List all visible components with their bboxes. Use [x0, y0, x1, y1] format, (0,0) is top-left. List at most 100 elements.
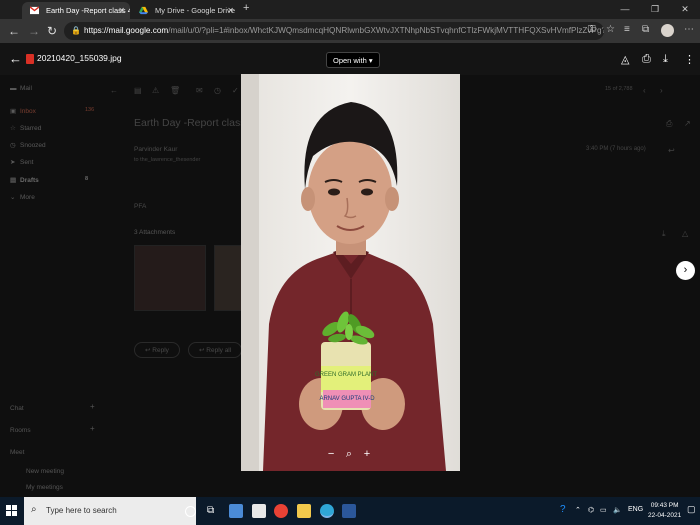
attachments-label: 3 Attachments [134, 229, 176, 236]
sidebar-item-starred[interactable]: ☆ Starred [10, 124, 41, 136]
notifications-icon[interactable]: ▢ [687, 504, 696, 515]
search-icon: ⌕ [31, 504, 37, 515]
taskbar-search[interactable]: ⌕ Type here to search [24, 497, 196, 525]
tab-drive[interactable]: My Drive - Google Drive ✕ [131, 2, 239, 19]
cortana-icon[interactable] [185, 506, 196, 517]
star-icon: ☆ [10, 125, 16, 132]
add-task-icon[interactable]: ✓ [232, 86, 239, 95]
add-room-icon[interactable]: + [90, 424, 95, 433]
windows-start-icon[interactable] [6, 505, 17, 516]
open-new-window-icon[interactable]: ↗ [684, 119, 691, 128]
new-tab-icon[interactable]: + [243, 2, 249, 14]
sidebar-item-drafts[interactable]: ▤ Drafts 8 [10, 176, 88, 188]
sidebar-item-mail[interactable]: ▬ Mail [10, 85, 32, 97]
new-meeting-link[interactable]: New meeting [26, 468, 64, 475]
section-chat[interactable]: Chat [10, 405, 24, 412]
print-all-icon[interactable]: ⎙ [666, 119, 672, 129]
taskbar-clock[interactable]: 09:43 PM 22-04-2021 [648, 501, 681, 521]
my-meetings-link[interactable]: My meetings [26, 484, 63, 491]
door-edge [241, 74, 259, 471]
forward-icon[interactable]: → [28, 24, 40, 38]
sidebar-item-inbox[interactable]: ▣ Inbox 136 [10, 107, 94, 119]
reload-icon[interactable]: ↻ [47, 24, 57, 38]
app-icon-1[interactable] [229, 504, 243, 518]
photo-drawing: GREEN GRAM PLANT ARNAV GUPTA IV-D [241, 74, 460, 471]
lock-icon: 🔒 [71, 26, 81, 35]
pot-label-text-1: GREEN GRAM PLANT [315, 372, 377, 378]
left-ear [301, 187, 315, 211]
sidebar-item-snoozed[interactable]: ◷ Snoozed [10, 141, 46, 153]
reply-button[interactable]: ↩ Reply [134, 342, 180, 358]
right-ear [385, 187, 399, 211]
task-view-icon[interactable]: ⧉ [207, 504, 221, 518]
volume-icon[interactable]: 🔈 [613, 506, 622, 514]
store-icon[interactable] [252, 504, 266, 518]
minimize-icon[interactable]: — [610, 0, 640, 19]
sidebar-item-sent[interactable]: ➤ Sent [10, 158, 33, 170]
clock-time: 09:43 PM [650, 502, 679, 509]
next-attachment-button[interactable]: › [676, 261, 695, 280]
archive-icon[interactable]: ▤ [134, 86, 142, 95]
add-to-drive-icon[interactable]: ◬ [621, 53, 629, 66]
attachment-thumbnail[interactable] [214, 245, 244, 311]
more-options-icon[interactable]: ⋮ [684, 53, 695, 66]
profile-avatar[interactable] [661, 24, 674, 37]
google-drive-icon [139, 6, 148, 15]
url-path: /mail/u/0/?pli=1#inbox/WhctKJWQmsdmcqHQN… [168, 26, 604, 35]
send-icon: ➤ [10, 159, 16, 166]
window-controls: — ❐ ✕ [610, 0, 700, 19]
zoom-out-icon[interactable]: − [328, 446, 334, 462]
sidebar-item-more[interactable]: ⌄ More [10, 193, 35, 205]
next-message-icon[interactable]: › [660, 86, 663, 95]
maximize-icon[interactable]: ❐ [640, 0, 670, 19]
viewer-toolbar: ← 20210420_155039.jpg Open with ▾ ◬ ⎙ ⤓ … [0, 43, 700, 75]
attachment-thumbnail[interactable] [134, 245, 206, 311]
tab-gmail[interactable]: Earth Day -Report class 4 and 5 ✕ [22, 2, 130, 19]
close-window-icon[interactable]: ✕ [670, 0, 700, 19]
network-icon[interactable]: ⌬ [588, 506, 594, 514]
prev-message-icon[interactable]: ‹ [643, 86, 646, 95]
recipient-line[interactable]: to the_lawrence_thesender [134, 157, 200, 163]
collections-icon[interactable]: ⧉ [642, 24, 649, 35]
key-icon[interactable]: ⚿ [588, 24, 596, 35]
back-icon[interactable]: ← [8, 24, 20, 38]
section-rooms[interactable]: Rooms [10, 427, 31, 434]
url-field[interactable]: 🔒 https://mail.google.com/mail/u/0/?pli=… [64, 22, 604, 40]
favorite-icon[interactable]: ☆ [606, 24, 615, 35]
tab-label: My Drive - Google Drive [155, 6, 236, 15]
download-icon[interactable]: ⤓ [663, 53, 668, 66]
reply-icon[interactable]: ↩ [668, 146, 675, 155]
help-icon[interactable]: ? [560, 504, 566, 515]
right-eye [361, 188, 373, 196]
report-spam-icon[interactable]: ⚠ [152, 86, 159, 95]
battery-icon[interactable]: ▭ [600, 506, 607, 514]
draft-icon: ▤ [10, 177, 17, 184]
more-menu-icon[interactable]: ⋯ [684, 24, 694, 35]
print-icon[interactable]: ⎙ [642, 53, 651, 66]
show-hidden-icons[interactable]: ⌃ [575, 506, 581, 514]
sender-name[interactable]: Parvinder Kaur [134, 146, 177, 153]
add-chat-icon[interactable]: + [90, 402, 95, 411]
section-meet[interactable]: Meet [10, 449, 24, 456]
zoom-in-icon[interactable]: + [364, 446, 370, 462]
close-icon[interactable]: ✕ [118, 2, 125, 19]
delete-icon[interactable]: 🗑 [170, 86, 180, 95]
file-explorer-icon[interactable] [297, 504, 311, 518]
snooze-icon[interactable]: ◷ [214, 86, 221, 95]
favorites-bar-icon[interactable]: ≡ [624, 24, 630, 35]
zoom-icon[interactable]: ⌕ [346, 446, 352, 462]
url-domain: https://mail.google.com [84, 26, 169, 35]
close-viewer-icon[interactable]: ← [9, 51, 22, 66]
chrome-icon[interactable] [274, 504, 288, 518]
close-icon[interactable]: ✕ [227, 2, 234, 19]
back-to-inbox-icon[interactable]: ← [110, 86, 118, 95]
word-icon[interactable] [342, 504, 356, 518]
mark-unread-icon[interactable]: ✉ [196, 86, 203, 95]
language-indicator[interactable]: ENG [628, 506, 643, 513]
reply-all-button[interactable]: ↩ Reply all [188, 342, 243, 358]
edge-icon[interactable] [320, 504, 334, 518]
save-to-drive-icon[interactable]: △ [682, 229, 688, 238]
download-all-icon[interactable]: ⤓ [662, 229, 666, 239]
open-with-button[interactable]: Open with ▾ [326, 52, 380, 68]
inbox-count: 136 [85, 107, 95, 113]
